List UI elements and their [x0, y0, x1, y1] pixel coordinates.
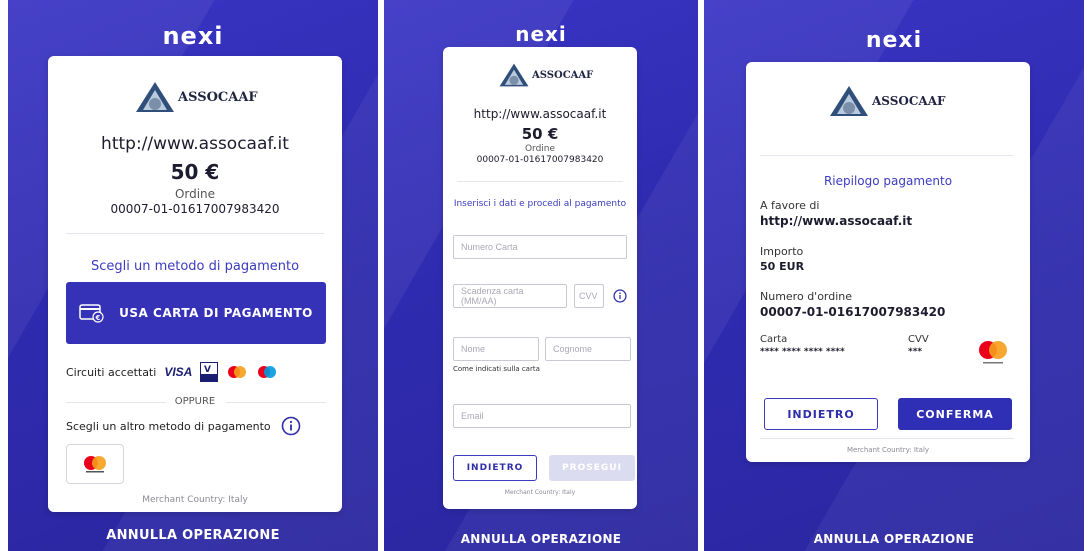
instruction-text: Inserisci i dati e procedi al pagamento: [453, 199, 627, 209]
order-amount: 50 €: [521, 125, 559, 143]
divider-right: [226, 402, 326, 403]
cvv-value: ***: [908, 347, 923, 357]
beneficiary-label: A favore di: [760, 199, 820, 212]
payment-card: ASSOCAAF Riepilogo pagamento A favore di…: [746, 62, 1030, 462]
mastercard-logo: [228, 366, 247, 378]
order-number-label: Numero d'ordine: [760, 290, 853, 303]
order-amount: 50 €: [170, 160, 220, 184]
assocaaf-emblem-icon: [830, 86, 868, 116]
back-button[interactable]: INDIETRO: [764, 398, 878, 430]
cancel-operation-link[interactable]: ANNULLA OPERAZIONE: [384, 532, 698, 546]
order-label: Ordine: [174, 187, 216, 201]
svg-text:€: €: [95, 314, 101, 322]
merchant-url: http://www.assocaaf.it: [101, 134, 289, 154]
card-label: Carta: [760, 334, 788, 345]
summary-title: Riepilogo pagamento: [823, 174, 953, 188]
merchant-url: http://www.assocaaf.it: [473, 107, 607, 121]
cvv-label: CVV: [908, 334, 929, 345]
use-card-button[interactable]: € USA CARTA DI PAGAMENTO: [66, 282, 326, 344]
screen-payment-summary: nexi ASSOCAAF Riepilogo pagamento A favo…: [704, 0, 1084, 551]
merchant-country: Merchant Country: Italy: [504, 489, 576, 496]
divider: [66, 233, 324, 234]
checkout-screens: nexi ASSOCAAF http://www.assocaaf.it 50 …: [0, 0, 1092, 551]
payment-card: ASSOCAAF http://www.assocaaf.it 50 € Ord…: [443, 47, 637, 509]
surname-field[interactable]: Cognome: [545, 337, 631, 361]
merchant-logo: ASSOCAAF: [134, 80, 258, 114]
assocaaf-emblem-icon: [499, 63, 529, 87]
nexi-logo: nexi: [515, 22, 567, 46]
email-field[interactable]: Email: [453, 404, 631, 428]
payment-card: ASSOCAAF http://www.assocaaf.it 50 € Ord…: [48, 56, 342, 512]
other-method-row: Scegli un altro metodo di pagamento: [66, 416, 301, 436]
name-field[interactable]: Nome: [453, 337, 539, 361]
cancel-operation-link[interactable]: ANNULLA OPERAZIONE: [704, 532, 1084, 546]
divider: [760, 438, 1014, 439]
vpay-logo: V: [200, 362, 219, 382]
beneficiary-value: http://www.assocaaf.it: [760, 214, 913, 228]
accepted-circuits-row: Circuiti accettati VISA V: [66, 362, 278, 382]
credit-card-icon: €: [79, 304, 104, 323]
visa-logo: VISA: [164, 365, 193, 379]
masterpass-button[interactable]: [66, 444, 124, 484]
info-icon[interactable]: [281, 416, 301, 436]
expiry-field[interactable]: Scadenza carta (MM/AA): [453, 284, 567, 308]
nexi-logo: nexi: [865, 28, 923, 53]
card-number-field[interactable]: Numero Carta: [453, 235, 627, 259]
order-number: 00007-01-01617007983420: [476, 155, 604, 165]
proceed-button[interactable]: PROSEGUI: [549, 455, 635, 481]
masterpass-icon: [84, 456, 106, 473]
order-label: Ordine: [524, 144, 556, 154]
divider: [760, 155, 1014, 156]
back-button[interactable]: INDIETRO: [453, 455, 537, 481]
nexi-logo: nexi: [162, 22, 224, 50]
info-icon[interactable]: [613, 289, 627, 303]
screen-card-entry: nexi ASSOCAAF http://www.assocaaf.it 50 …: [384, 0, 698, 551]
assocaaf-emblem-icon: [136, 82, 174, 112]
amount-label: Importo: [760, 245, 804, 258]
maestro-logo: [258, 366, 277, 378]
cvv-field[interactable]: CVV: [574, 284, 604, 308]
mastercard-logo: [979, 341, 1007, 364]
merchant-country: Merchant Country: Italy: [846, 446, 930, 454]
merchant-logo: ASSOCAAF: [828, 84, 946, 118]
confirm-button[interactable]: CONFERMA: [898, 398, 1012, 430]
merchant-country: Merchant Country: Italy: [142, 495, 248, 505]
amount-value: 50 EUR: [760, 260, 805, 273]
screen-payment-method: nexi ASSOCAAF http://www.assocaaf.it 50 …: [8, 0, 378, 551]
cancel-operation-link[interactable]: ANNULLA OPERAZIONE: [8, 528, 378, 543]
order-number-value: 00007-01-01617007983420: [760, 305, 946, 319]
order-number: 00007-01-01617007983420: [110, 202, 280, 216]
merchant-logo: ASSOCAAF: [498, 62, 593, 88]
name-hint: Come indicati sulla carta: [453, 365, 540, 373]
svg-text:V: V: [204, 365, 211, 375]
card-value: **** **** **** ****: [760, 347, 845, 357]
divider: [457, 181, 623, 182]
choose-method-title: Scegli un metodo di pagamento: [90, 259, 300, 274]
